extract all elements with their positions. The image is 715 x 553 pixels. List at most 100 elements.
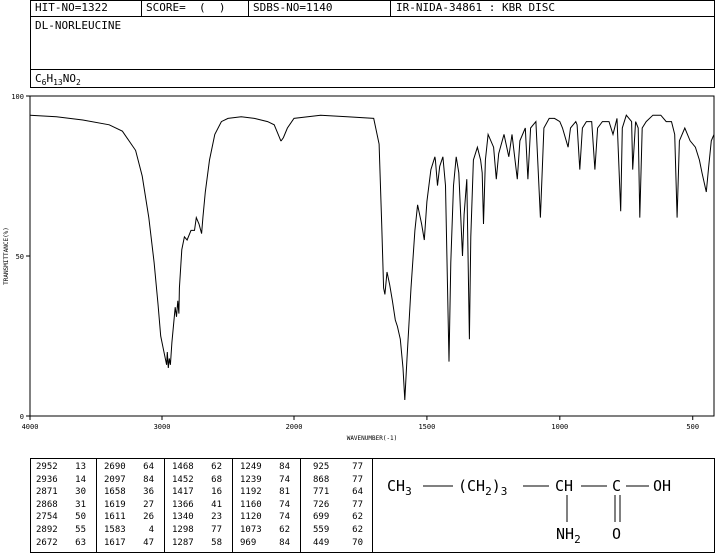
x-tick-label: 500 <box>686 423 699 431</box>
peak-transmittance: 26 <box>143 512 154 523</box>
y-tick-label: 0 <box>20 413 24 421</box>
peak-transmittance: 70 <box>352 537 363 548</box>
peak-transmittance: 84 <box>143 474 154 485</box>
peak-wavenumber: 2952 <box>36 462 58 472</box>
x-tick-label: 2000 <box>286 423 303 431</box>
structure-diagram: CH3 (CH2)3 CH C OH NH2 O <box>387 477 671 546</box>
peak-transmittance: 14 <box>75 474 86 485</box>
peak-transmittance: 84 <box>279 462 290 472</box>
peak-row: 1468 62 <box>172 461 222 474</box>
peak-transmittance: 77 <box>352 462 363 472</box>
peak-transmittance: 27 <box>143 499 154 510</box>
peak-row: 699 62 <box>313 511 363 524</box>
x-tick-label: 1500 <box>418 423 435 431</box>
header-divider <box>30 16 715 17</box>
peak-wavenumber: 2871 <box>36 487 58 498</box>
ch3-group: CH3 <box>387 477 412 498</box>
peak-row: 2868 31 <box>36 499 86 512</box>
score: SCORE= ( ) <box>146 1 226 14</box>
x-tick-label: 4000 <box>22 423 39 431</box>
peak-row: 2871 30 <box>36 486 86 499</box>
peak-wavenumber: 1452 <box>172 474 194 485</box>
y-tick-label: 50 <box>16 253 24 261</box>
peak-row: 1583 4 <box>104 524 154 537</box>
peak-row: 868 77 <box>313 474 363 487</box>
peak-transmittance: 62 <box>352 512 363 523</box>
peak-transmittance: 30 <box>75 487 86 498</box>
methylene-chain: (CH2)3 <box>458 477 507 498</box>
peak-transmittance: 74 <box>279 499 290 510</box>
hit-number: HIT-NO=1322 <box>35 1 108 14</box>
peak-row: 1658 36 <box>104 486 154 499</box>
peak-row: 1619 27 <box>104 499 154 512</box>
peak-transmittance: 31 <box>75 499 86 510</box>
peak-column-divider <box>232 458 233 553</box>
peak-row: 1160 74 <box>240 499 290 512</box>
peak-column-divider <box>300 458 301 553</box>
plot-frame <box>29 95 715 417</box>
peak-wavenumber: 449 <box>313 537 330 548</box>
header-box <box>30 0 715 88</box>
peak-transmittance: 64 <box>143 462 154 472</box>
alpha-carbon: CH <box>555 477 573 495</box>
compound-name: DL-NORLEUCINE <box>35 19 122 32</box>
peak-wavenumber: 1160 <box>240 499 262 510</box>
molecular-formula: C6H13NO2 <box>35 72 81 88</box>
spectrum-line <box>29 114 715 401</box>
peak-transmittance: 64 <box>352 487 363 498</box>
peak-column: 2952 13 2936 14 2871 30 2868 31 2754 50 2892 55 2672… <box>36 461 86 549</box>
peak-transmittance: 41 <box>211 499 222 510</box>
peak-transmittance: 13 <box>75 462 86 472</box>
peak-wavenumber: 2672 <box>36 537 58 548</box>
peak-wavenumber: 1239 <box>240 474 262 485</box>
sdbs-number: SDBS-NO=1140 <box>253 1 333 14</box>
peak-row: 726 77 <box>313 499 363 512</box>
peak-row: 1298 77 <box>172 524 222 537</box>
peak-row: 2952 13 <box>36 461 86 474</box>
peak-row: 1287 58 <box>172 537 222 550</box>
peak-wavenumber: 2097 <box>104 474 126 485</box>
peak-wavenumber: 1073 <box>240 524 262 535</box>
peak-transmittance: 74 <box>279 512 290 523</box>
peak-column: 1249 84 1239 74 1192 81 1160 74 1120 74 1073 62 969 8… <box>240 461 290 549</box>
peak-wavenumber: 2868 <box>36 499 58 510</box>
peak-row: 1239 74 <box>240 474 290 487</box>
peak-wavenumber: 559 <box>313 524 330 535</box>
peak-wavenumber: 726 <box>313 499 330 510</box>
ir-spectrum-chart: 4000 3000 2000 1500 1000 500 0 50 100 WAVENUMBER(… <box>3 93 715 442</box>
x-axis-label: WAVENUMBER(-1) <box>347 435 398 442</box>
peak-wavenumber: 1340 <box>172 512 194 523</box>
peak-row: 1340 23 <box>172 511 222 524</box>
y-axis-label: TRANSMITTANCE(%) <box>3 227 10 285</box>
peak-column-divider <box>96 458 97 553</box>
peak-wavenumber: 1192 <box>240 487 262 498</box>
x-tick-label: 3000 <box>154 423 171 431</box>
peak-transmittance: 62 <box>211 462 222 472</box>
peak-wavenumber: 1617 <box>104 537 126 548</box>
hydroxyl-group: OH <box>653 477 671 495</box>
peak-row: 2754 50 <box>36 511 86 524</box>
peak-wavenumber: 1658 <box>104 487 126 498</box>
peak-wavenumber: 699 <box>313 512 330 523</box>
carboxyl-carbon: C <box>612 477 621 495</box>
peak-row: 1366 41 <box>172 499 222 512</box>
peak-transmittance: 77 <box>352 474 363 485</box>
peak-wavenumber: 2892 <box>36 524 58 535</box>
peak-row: 1617 47 <box>104 537 154 550</box>
peak-transmittance: 62 <box>279 524 290 535</box>
peak-transmittance: 62 <box>352 524 363 535</box>
peak-row: 2672 63 <box>36 537 86 550</box>
peak-transmittance: 47 <box>143 537 154 548</box>
peak-wavenumber: 868 <box>313 474 330 485</box>
amino-group: NH2 <box>556 525 581 546</box>
peak-transmittance: 84 <box>279 537 290 548</box>
header-sep-3 <box>390 0 391 16</box>
peak-wavenumber: 1619 <box>104 499 126 510</box>
x-tick-label: 1000 <box>551 423 568 431</box>
peak-wavenumber: 1120 <box>240 512 262 523</box>
peak-row: 1611 26 <box>104 511 154 524</box>
peak-transmittance: 36 <box>143 487 154 498</box>
peak-row: 1120 74 <box>240 511 290 524</box>
peak-transmittance: 16 <box>211 487 222 498</box>
peak-row: 1417 16 <box>172 486 222 499</box>
